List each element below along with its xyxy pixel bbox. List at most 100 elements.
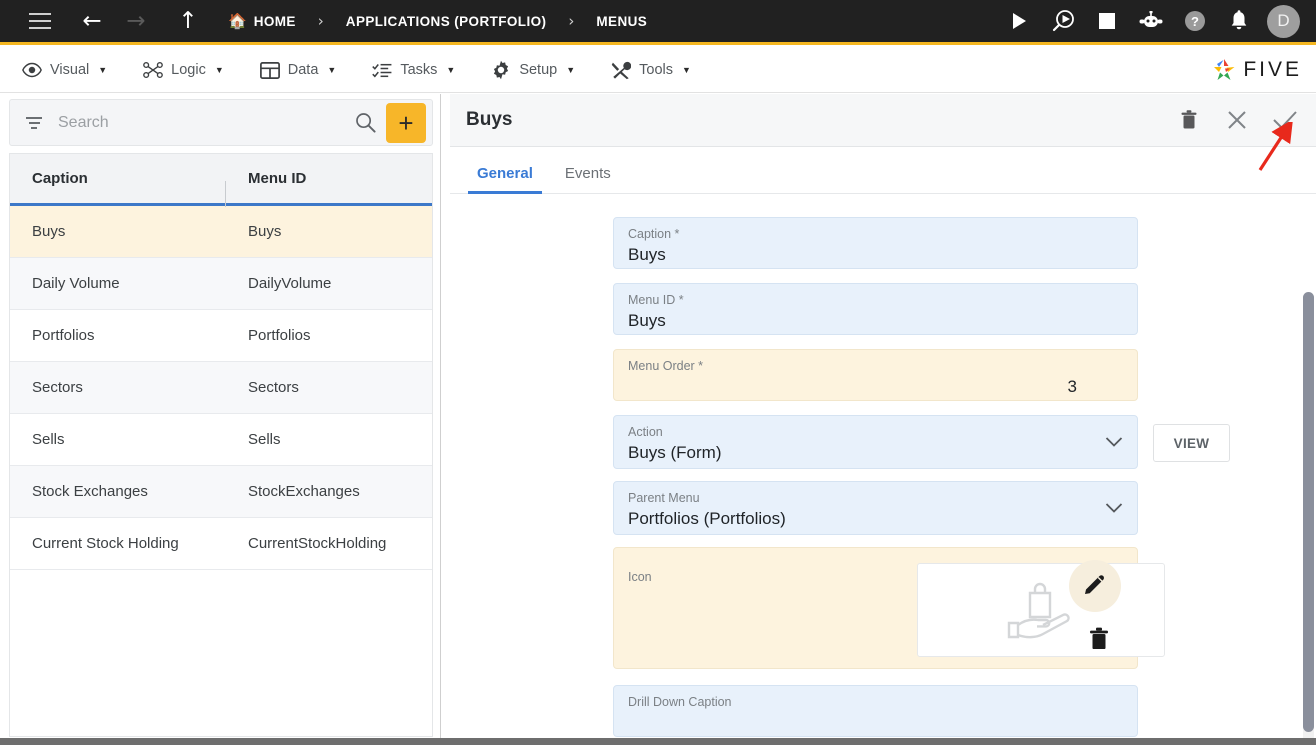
field-menu-id-label: Menu ID *: [628, 293, 684, 307]
help-button[interactable]: ?: [1173, 0, 1217, 43]
field-action[interactable]: Action Buys (Form): [613, 415, 1138, 469]
field-menu-order[interactable]: Menu Order * 3: [613, 349, 1138, 401]
notifications-button[interactable]: [1217, 0, 1261, 43]
robot-icon: [1139, 11, 1163, 27]
field-parent-menu-label: Parent Menu: [628, 491, 700, 505]
debug-button[interactable]: [1041, 0, 1085, 43]
cell-menu-id: Buys: [248, 223, 282, 240]
field-action-value: Buys (Form): [628, 443, 722, 462]
menu-visual[interactable]: Visual ▼: [16, 48, 121, 93]
trash-icon: [1090, 627, 1108, 649]
cancel-button[interactable]: [1220, 103, 1254, 137]
hamburger-menu-button[interactable]: [18, 0, 62, 43]
menu-tools-label: Tools: [639, 62, 673, 78]
table-row[interactable]: Daily Volume DailyVolume: [10, 258, 432, 310]
stop-square-icon: [1099, 13, 1115, 29]
stop-button[interactable]: [1085, 0, 1129, 43]
detail-scrollbar-thumb[interactable]: [1303, 292, 1314, 732]
breadcrumb-separator: ›: [317, 12, 324, 30]
menu-logic[interactable]: Logic ▼: [137, 48, 238, 93]
plus-icon: +: [398, 107, 414, 138]
field-drill-down-caption-value: [628, 710, 1123, 712]
menu-setup[interactable]: Setup ▼: [485, 48, 589, 93]
task-list-icon: [372, 60, 392, 80]
tab-events[interactable]: Events: [556, 165, 620, 193]
breadcrumb-item-menus[interactable]: MENUS: [596, 14, 647, 29]
save-button[interactable]: [1268, 103, 1302, 137]
field-caption-label: Caption *: [628, 227, 680, 241]
field-parent-menu[interactable]: Parent Menu Portfolios (Portfolios): [613, 481, 1138, 535]
menu-tasks-label: Tasks: [400, 62, 438, 78]
five-mark-icon: [1214, 59, 1235, 80]
check-icon: [1273, 111, 1297, 129]
chevron-down-icon[interactable]: [1105, 503, 1123, 514]
home-icon: 🏠: [228, 12, 247, 30]
cell-caption: Sectors: [32, 379, 83, 396]
chevron-down-icon: ▼: [214, 65, 224, 75]
search-icon[interactable]: [355, 112, 376, 133]
back-button[interactable]: ←: [70, 0, 114, 43]
detail-scrollbar-track[interactable]: [1303, 292, 1314, 745]
play-icon: [1012, 13, 1026, 29]
icon-preview[interactable]: [917, 563, 1165, 657]
detail-tabs: General Events: [450, 147, 1316, 194]
table-row[interactable]: Stock Exchanges StockExchanges: [10, 466, 432, 518]
cell-menu-id: Portfolios: [248, 327, 311, 344]
breadcrumb-separator-2: ›: [568, 12, 575, 30]
column-header-menu-id[interactable]: Menu ID: [226, 170, 426, 187]
breadcrumb: 🏠 HOME › APPLICATIONS (PORTFOLIO) › MENU…: [228, 12, 647, 30]
five-logo: FIVE: [1211, 57, 1316, 83]
tab-general[interactable]: General: [468, 165, 542, 194]
avatar[interactable]: D: [1267, 4, 1300, 38]
field-menu-id[interactable]: Menu ID * Buys: [613, 283, 1138, 335]
search-bar: +: [9, 99, 433, 146]
table-row[interactable]: Sectors Sectors: [10, 362, 432, 414]
breadcrumb-item-applications[interactable]: APPLICATIONS (PORTFOLIO): [346, 14, 547, 29]
add-record-button[interactable]: +: [386, 102, 426, 143]
field-drill-down-caption[interactable]: Drill Down Caption: [613, 685, 1138, 737]
assistant-button[interactable]: [1129, 0, 1173, 43]
field-icon: Icon: [613, 547, 1165, 669]
table-empty-area: [10, 570, 432, 622]
edit-icon-button[interactable]: [1069, 560, 1121, 612]
cell-caption: Portfolios: [32, 327, 95, 344]
window-bottom-scrollbar[interactable]: [0, 738, 1316, 745]
chevron-down-icon: ▼: [327, 65, 337, 75]
menu-visual-label: Visual: [50, 62, 90, 78]
flow-nodes-icon: [143, 60, 164, 80]
delete-icon-button[interactable]: [1087, 626, 1111, 652]
field-menu-id-value: Buys: [628, 311, 666, 330]
arrow-right-icon: →: [126, 7, 146, 34]
menu-tools[interactable]: Tools ▼: [605, 48, 705, 93]
table-row[interactable]: Portfolios Portfolios: [10, 310, 432, 362]
filter-icon[interactable]: [24, 116, 44, 129]
breadcrumb-item-home[interactable]: 🏠 HOME: [228, 12, 296, 30]
svg-text:?: ?: [1191, 14, 1199, 29]
column-header-caption[interactable]: Caption: [10, 170, 226, 207]
up-button[interactable]: ↑: [166, 0, 210, 43]
hamburger-icon: [29, 13, 51, 29]
view-action-button[interactable]: VIEW: [1153, 424, 1230, 462]
field-caption[interactable]: Caption * Buys: [613, 217, 1138, 269]
close-x-icon: [1228, 111, 1246, 129]
menu-tasks[interactable]: Tasks ▼: [366, 48, 469, 93]
table-row[interactable]: Buys Buys: [10, 206, 432, 258]
pencil-icon: [1085, 575, 1104, 594]
topbar-actions: ? D: [997, 0, 1316, 43]
cell-menu-id: Sectors: [248, 379, 299, 396]
forward-button[interactable]: →: [114, 0, 158, 43]
chevron-down-icon: ▼: [682, 65, 691, 75]
menu-data[interactable]: Data ▼: [254, 48, 351, 93]
table-row[interactable]: Sells Sells: [10, 414, 432, 466]
delete-record-button[interactable]: [1172, 103, 1206, 137]
detail-header: Buys: [450, 94, 1316, 147]
chevron-down-icon: ▼: [446, 65, 456, 75]
table-row[interactable]: Current Stock Holding CurrentStockHoldin…: [10, 518, 432, 570]
records-table: Caption Menu ID Buys Buys Daily Volume D…: [9, 153, 433, 737]
run-button[interactable]: [997, 0, 1041, 43]
five-logo-text: FIVE: [1243, 58, 1302, 81]
search-input[interactable]: [44, 113, 355, 132]
menu-setup-label: Setup: [519, 62, 558, 78]
chevron-down-icon[interactable]: [1105, 437, 1123, 448]
table-icon: [259, 60, 280, 80]
